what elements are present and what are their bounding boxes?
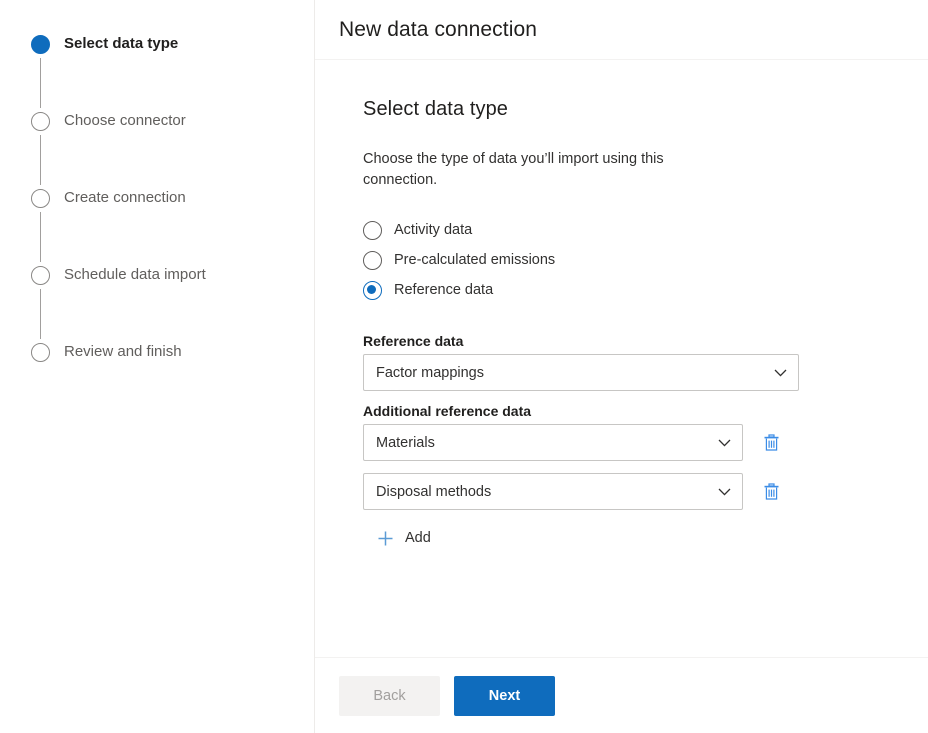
radio-checked-icon bbox=[363, 280, 382, 300]
step-marker bbox=[31, 35, 50, 108]
stepper-item-label: Create connection bbox=[64, 189, 186, 206]
next-button[interactable]: Next bbox=[454, 675, 555, 716]
stepper-item-label: Select data type bbox=[64, 35, 179, 52]
section-title: Select data type bbox=[363, 98, 509, 120]
additional-reference-data-row: Disposal methods bbox=[363, 473, 904, 510]
radio-option-reference-data[interactable]: Reference data bbox=[363, 275, 904, 305]
step-marker bbox=[31, 189, 50, 262]
step-connector-line bbox=[40, 289, 41, 339]
additional-reference-data-value-2: Disposal methods bbox=[376, 483, 492, 500]
panel-footer: Back Next bbox=[315, 657, 928, 733]
delete-additional-reference-data-2-button[interactable] bbox=[755, 476, 787, 508]
step-connector-line bbox=[40, 212, 41, 262]
additional-reference-data-label: Additional reference data bbox=[363, 403, 532, 419]
additional-reference-data-row: Materials bbox=[363, 424, 904, 461]
reference-data-dropdown[interactable]: Factor mappings bbox=[363, 354, 799, 391]
step-marker bbox=[31, 266, 50, 339]
step-circle-outline-icon bbox=[31, 343, 50, 362]
reference-data-value: Factor mappings bbox=[376, 364, 484, 381]
stepper-item-label: Schedule data import bbox=[64, 266, 206, 283]
stepper-item-select-data-type[interactable]: Select data type bbox=[0, 34, 314, 111]
radio-unchecked-icon bbox=[363, 250, 382, 270]
chevron-down-icon bbox=[774, 369, 787, 377]
step-circle-outline-icon bbox=[31, 112, 50, 131]
step-circle-outline-icon bbox=[31, 266, 50, 285]
radio-option-activity-data[interactable]: Activity data bbox=[363, 215, 904, 245]
panel-body: Select data type Choose the type of data… bbox=[315, 60, 928, 657]
stepper-item-choose-connector[interactable]: Choose connector bbox=[0, 111, 314, 188]
panel-header: New data connection bbox=[315, 0, 928, 60]
stepper-item-label: Choose connector bbox=[64, 112, 186, 129]
reference-data-field: Reference data Factor mappings bbox=[363, 333, 904, 391]
add-reference-data-label: Add bbox=[405, 530, 431, 546]
radio-option-label: Pre-calculated emissions bbox=[394, 252, 556, 268]
chevron-down-icon bbox=[718, 439, 731, 447]
radio-option-label: Reference data bbox=[394, 282, 494, 298]
step-marker bbox=[31, 112, 50, 185]
step-circle-outline-icon bbox=[31, 189, 50, 208]
back-button[interactable]: Back bbox=[339, 675, 440, 716]
reference-data-label: Reference data bbox=[363, 333, 464, 349]
radio-option-label: Activity data bbox=[394, 222, 473, 238]
step-connector-line bbox=[40, 58, 41, 108]
step-circle-filled-icon bbox=[31, 35, 50, 54]
stepper-item-review-and-finish[interactable]: Review and finish bbox=[0, 342, 314, 419]
additional-reference-data-dropdown-1[interactable]: Materials bbox=[363, 424, 743, 461]
reference-data-row: Factor mappings bbox=[363, 354, 904, 391]
wizard-stepper: Select data type Choose connector Create… bbox=[0, 0, 315, 733]
additional-reference-data-value-1: Materials bbox=[376, 434, 435, 451]
chevron-down-icon bbox=[718, 488, 731, 496]
page-title: New data connection bbox=[339, 17, 538, 41]
radio-option-pre-calculated-emissions[interactable]: Pre-calculated emissions bbox=[363, 245, 904, 275]
delete-additional-reference-data-1-button[interactable] bbox=[755, 427, 787, 459]
stepper-item-create-connection[interactable]: Create connection bbox=[0, 188, 314, 265]
add-reference-data-button[interactable]: Add bbox=[377, 522, 431, 554]
additional-reference-data-dropdown-2[interactable]: Disposal methods bbox=[363, 473, 743, 510]
step-marker bbox=[31, 343, 50, 362]
wizard-panel: New data connection Select data type Cho… bbox=[315, 0, 928, 733]
radio-unchecked-icon bbox=[363, 220, 382, 240]
trash-icon bbox=[764, 433, 778, 451]
trash-icon bbox=[764, 482, 778, 500]
section-description: Choose the type of data you’ll import us… bbox=[363, 151, 664, 188]
additional-reference-data-field: Additional reference data Materials Disp… bbox=[363, 403, 904, 554]
data-type-radio-group: Activity data Pre-calculated emissions R… bbox=[363, 215, 904, 305]
new-data-connection-wizard: Select data type Choose connector Create… bbox=[0, 0, 928, 733]
stepper-item-label: Review and finish bbox=[64, 343, 182, 360]
stepper-item-schedule-data-import[interactable]: Schedule data import bbox=[0, 265, 314, 342]
plus-icon bbox=[378, 531, 393, 545]
step-connector-line bbox=[40, 135, 41, 185]
